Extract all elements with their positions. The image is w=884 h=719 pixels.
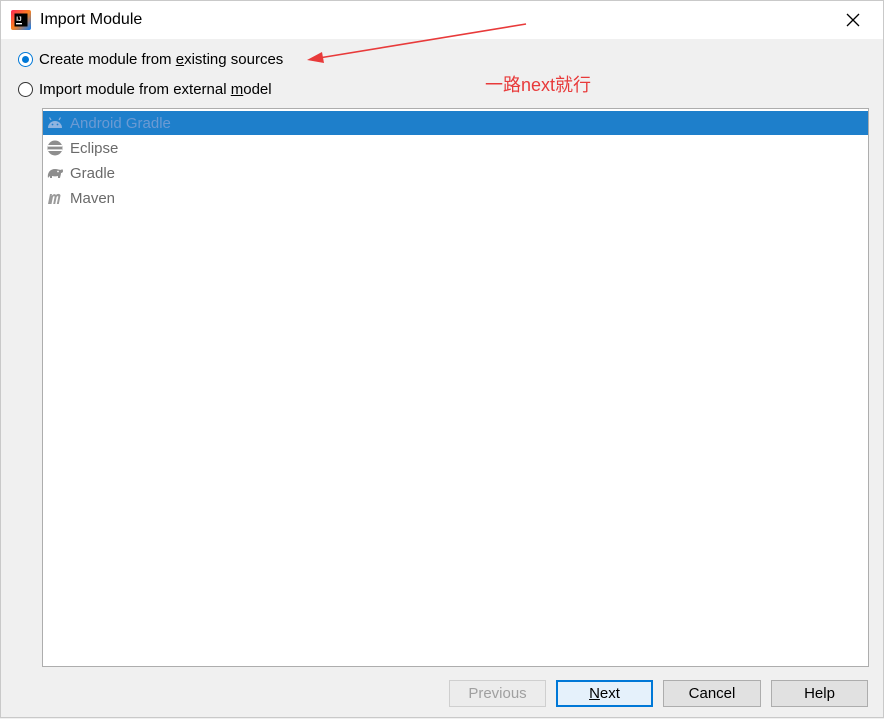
- list-item-label: Android Gradle: [70, 114, 171, 132]
- list-item-label: Eclipse: [70, 139, 119, 157]
- maven-icon: [46, 189, 64, 207]
- list-item-gradle[interactable]: Gradle: [43, 161, 868, 185]
- list-item-maven[interactable]: Maven: [43, 186, 868, 210]
- list-item-android-gradle[interactable]: Android Gradle: [43, 111, 868, 135]
- list-item-label: Maven: [70, 189, 116, 207]
- cancel-button[interactable]: Cancel: [663, 680, 761, 707]
- previous-button[interactable]: Previous: [449, 680, 546, 707]
- list-item-eclipse[interactable]: Eclipse: [43, 136, 868, 160]
- annotation-text: 一路next就行: [485, 75, 592, 95]
- list-item-label: Gradle: [70, 164, 116, 182]
- gradle-elephant-icon: [46, 164, 64, 182]
- help-button[interactable]: Help: [771, 680, 868, 707]
- eclipse-icon: [46, 139, 64, 157]
- import-module-dialog: IJ Import Module Create module from exis…: [0, 0, 884, 718]
- external-model-list[interactable]: Android Gradle Eclipse Gradle Maven: [42, 108, 869, 667]
- next-button[interactable]: Next: [556, 680, 653, 707]
- android-icon: [46, 114, 64, 132]
